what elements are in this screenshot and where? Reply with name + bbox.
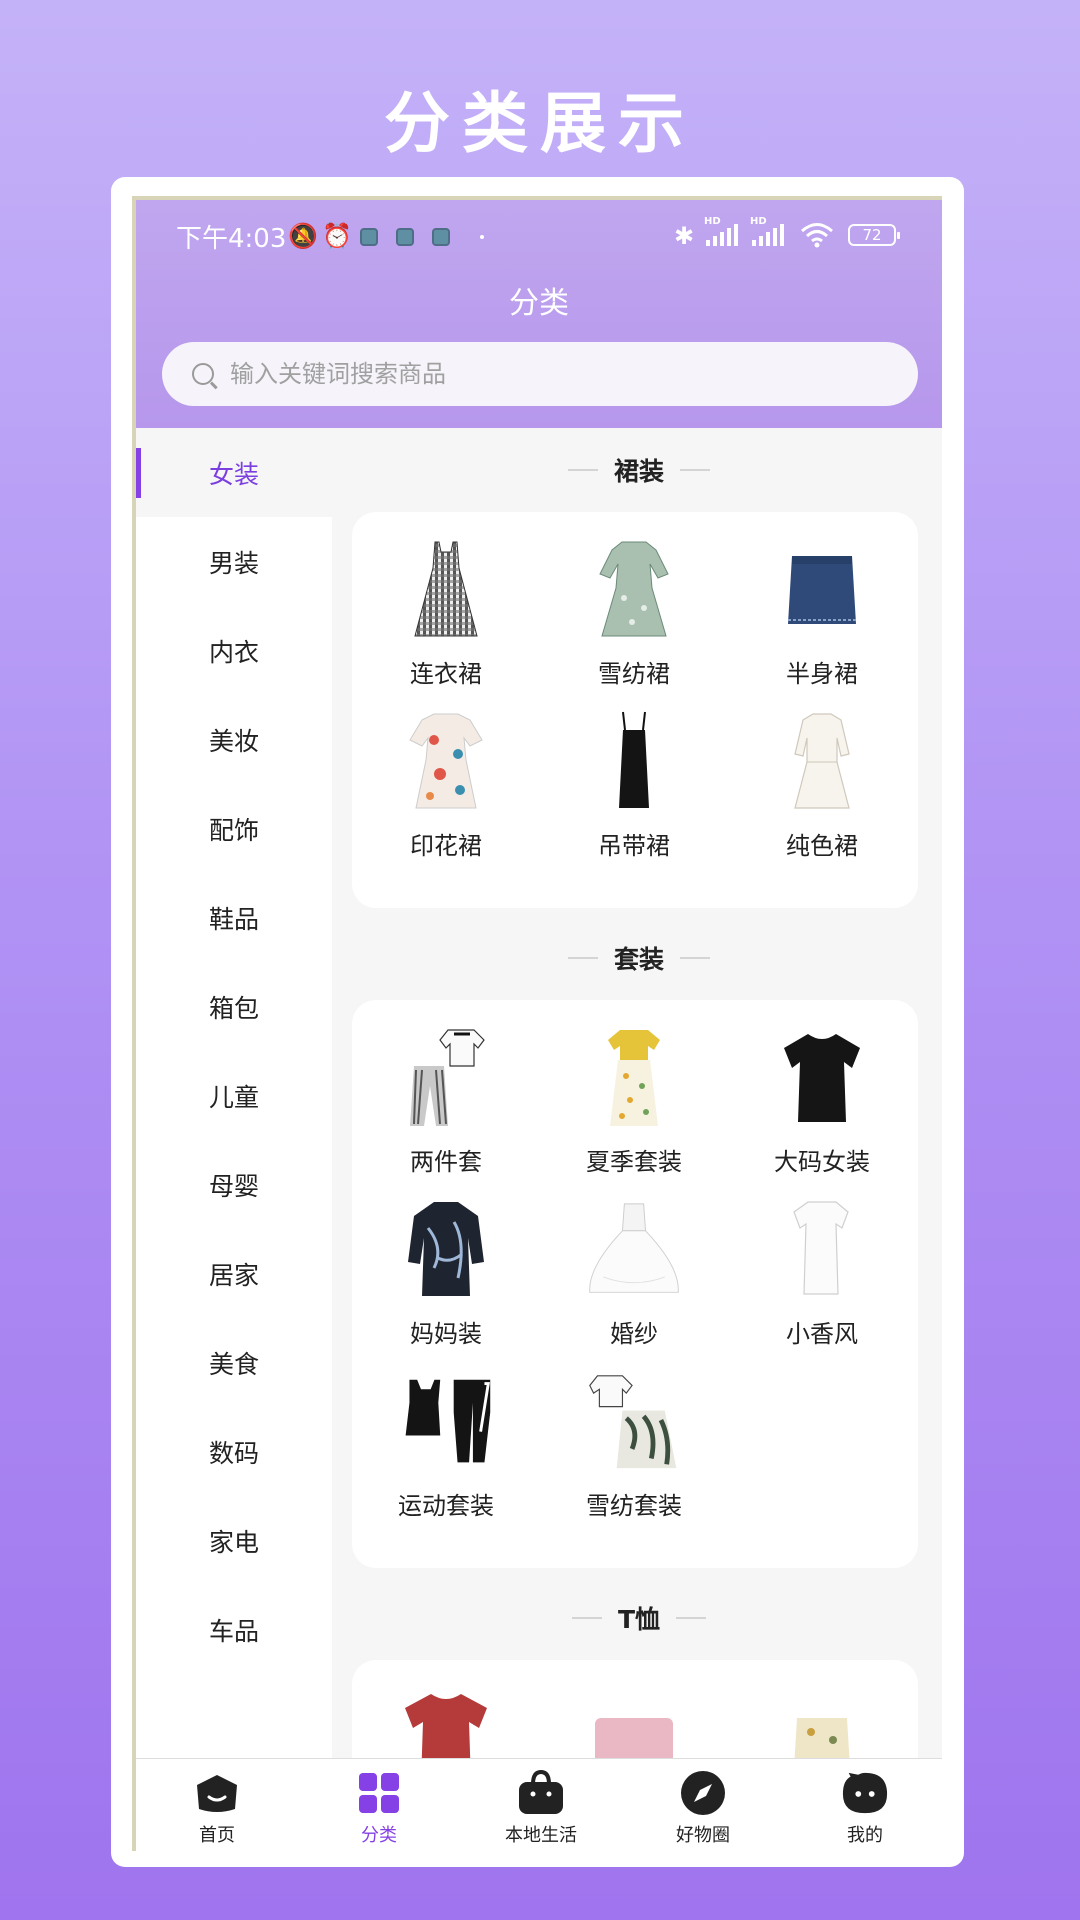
white-dress-icon bbox=[772, 710, 872, 814]
bluetooth-icon: ✱ bbox=[674, 222, 695, 250]
print-dress-icon bbox=[396, 710, 496, 814]
sidebar-item-car[interactable]: 车品 bbox=[136, 1585, 332, 1674]
bottom-tab-bar: 首页 分类 本地生活 好物圈 我的 bbox=[136, 1758, 942, 1851]
subcategory-item[interactable]: 妈妈装 bbox=[352, 1198, 540, 1370]
sidebar-item-womens[interactable]: 女装 bbox=[136, 428, 332, 517]
sport-set-icon bbox=[396, 1370, 496, 1474]
search-input[interactable] bbox=[230, 360, 830, 388]
subcategory-item[interactable]: 两件套 bbox=[352, 1026, 540, 1198]
section-title: 裙装 bbox=[613, 457, 664, 486]
sidebar-item-shoes[interactable]: 鞋品 bbox=[136, 873, 332, 962]
mom-blouse-icon bbox=[396, 1198, 496, 1302]
mute-bell-icon: 🔕 bbox=[288, 222, 318, 250]
sidebar-item-baby[interactable]: 母婴 bbox=[136, 1140, 332, 1229]
subcategory-item[interactable]: 夏季套装 bbox=[540, 1026, 728, 1198]
section-header: T恤 bbox=[332, 1576, 942, 1660]
chiffon-dress-icon bbox=[584, 538, 684, 642]
sidebar-item-food[interactable]: 美食 bbox=[136, 1318, 332, 1407]
search-bar[interactable] bbox=[162, 342, 918, 406]
subcategory-item[interactable]: 婚纱 bbox=[540, 1198, 728, 1370]
tab-profile[interactable]: 我的 bbox=[784, 1759, 942, 1851]
subcategory-item[interactable]: 半身裙 bbox=[728, 538, 916, 710]
status-bar: 下午4:03 🔕 ⏰ ✱ HD HD 72 bbox=[136, 216, 942, 258]
section-title: T恤 bbox=[617, 1605, 661, 1634]
chanel-style-dress-icon bbox=[772, 1198, 872, 1302]
section-title: 套装 bbox=[613, 945, 664, 974]
subcategory-item[interactable]: 大码女装 bbox=[728, 1026, 916, 1198]
category-grid-icon bbox=[355, 1769, 403, 1817]
subcategory-card: 连衣裙 雪纺裙 半身裙 印花裙 吊带裙 纯色裙 bbox=[352, 512, 918, 908]
sidebar-item-mens[interactable]: 男装 bbox=[136, 517, 332, 606]
subcategory-item[interactable]: 连衣裙 bbox=[352, 538, 540, 710]
subcategory-item[interactable]: 吊带裙 bbox=[540, 710, 728, 882]
subcategory-item[interactable]: 雪纺裙 bbox=[540, 538, 728, 710]
shopping-bag-icon bbox=[517, 1769, 565, 1817]
plaid-dress-icon bbox=[396, 538, 496, 642]
app-notification-icon bbox=[360, 228, 378, 246]
category-content: 裙装 连衣裙 雪纺裙 半身裙 印花裙 吊带裙 纯色裙 套装 两件套 夏季套装 大… bbox=[332, 428, 942, 1758]
sidebar-item-bags[interactable]: 箱包 bbox=[136, 962, 332, 1051]
subcategory-card: 两件套 夏季套装 大码女装 妈妈装 婚纱 小香风 运动套装 雪纺套装 bbox=[352, 1000, 918, 1568]
summer-set-icon bbox=[584, 1026, 684, 1130]
home-icon bbox=[193, 1769, 241, 1817]
sidebar-item-home[interactable]: 居家 bbox=[136, 1229, 332, 1318]
tab-local-life[interactable]: 本地生活 bbox=[460, 1759, 622, 1851]
tab-good-stuff[interactable]: 好物圈 bbox=[622, 1759, 784, 1851]
sidebar-item-accessories[interactable]: 配饰 bbox=[136, 784, 332, 873]
two-piece-set-icon bbox=[396, 1026, 496, 1130]
section-header: 裙装 bbox=[332, 428, 942, 512]
floral-top-icon bbox=[772, 1686, 872, 1758]
phone-screen: 下午4:03 🔕 ⏰ ✱ HD HD 72 分类 女装 bbox=[132, 196, 942, 1851]
sidebar-item-appliances[interactable]: 家电 bbox=[136, 1496, 332, 1585]
red-tshirt-icon bbox=[396, 1686, 496, 1758]
subcategory-item[interactable]: 印花裙 bbox=[352, 710, 540, 882]
sidebar-item-makeup[interactable]: 美妆 bbox=[136, 695, 332, 784]
compass-icon bbox=[679, 1769, 727, 1817]
banner-title: 分类展示 bbox=[384, 85, 696, 162]
tab-home[interactable]: 首页 bbox=[136, 1759, 298, 1851]
subcategory-item[interactable]: 运动套装 bbox=[352, 1370, 540, 1542]
search-icon bbox=[192, 363, 214, 385]
status-time: 下午4:03 bbox=[176, 224, 287, 254]
sidebar-item-digital[interactable]: 数码 bbox=[136, 1407, 332, 1496]
pink-top-icon bbox=[584, 1686, 684, 1758]
wedding-dress-icon bbox=[584, 1198, 684, 1302]
subcategory-item[interactable] bbox=[728, 1686, 916, 1758]
wifi-icon bbox=[801, 223, 833, 248]
sidebar-item-underwear[interactable]: 内衣 bbox=[136, 606, 332, 695]
black-tshirt-icon bbox=[772, 1026, 872, 1130]
tab-category[interactable]: 分类 bbox=[298, 1759, 460, 1851]
app-notification-icon bbox=[396, 228, 414, 246]
app-notification-icon bbox=[432, 228, 450, 246]
slip-dress-icon bbox=[584, 710, 684, 814]
more-dot-icon bbox=[480, 235, 484, 239]
header: 下午4:03 🔕 ⏰ ✱ HD HD 72 分类 bbox=[136, 200, 942, 428]
subcategory-item[interactable]: 纯色裙 bbox=[728, 710, 916, 882]
chiffon-set-icon bbox=[584, 1370, 684, 1474]
battery-icon: 72 bbox=[848, 224, 900, 246]
signal-icon bbox=[706, 224, 738, 246]
subcategory-item[interactable]: 雪纺套装 bbox=[540, 1370, 728, 1542]
denim-skirt-icon bbox=[772, 538, 872, 642]
category-sidebar: 女装 男装 内衣 美妆 配饰 鞋品 箱包 儿童 母婴 居家 美食 数码 家电 车… bbox=[136, 428, 332, 1758]
subcategory-item[interactable] bbox=[352, 1686, 540, 1758]
profile-face-icon bbox=[841, 1769, 889, 1817]
subcategory-card bbox=[352, 1660, 918, 1758]
subcategory-item[interactable] bbox=[540, 1686, 728, 1758]
subcategory-item[interactable]: 小香风 bbox=[728, 1198, 916, 1370]
alarm-icon: ⏰ bbox=[322, 222, 352, 250]
signal-icon bbox=[752, 224, 784, 246]
page-title: 分类 bbox=[509, 286, 569, 321]
sidebar-item-kids[interactable]: 儿童 bbox=[136, 1051, 332, 1140]
section-header: 套装 bbox=[332, 916, 942, 1000]
